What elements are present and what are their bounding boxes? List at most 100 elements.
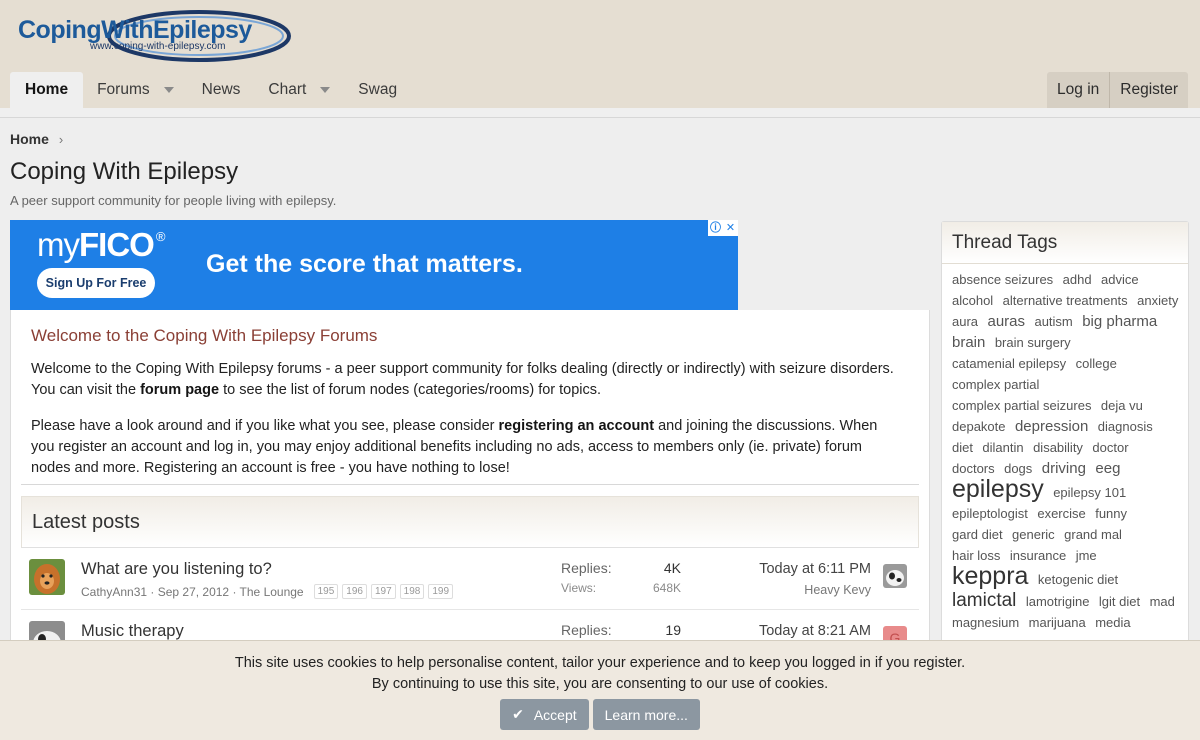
sidebar-title: Thread Tags <box>942 222 1188 264</box>
last-post-time[interactable]: Today at 8:21 AM <box>759 623 871 639</box>
nav-tab-chart[interactable]: Chart <box>254 72 344 108</box>
tag-link[interactable]: depakote <box>952 419 1006 434</box>
tag-link[interactable]: brain surgery <box>995 335 1071 350</box>
forum-page-link[interactable]: forum page <box>140 382 219 398</box>
tag-link[interactable]: epilepsy 101 <box>1053 485 1126 500</box>
tag-link[interactable]: auras <box>987 313 1025 330</box>
register-button[interactable]: Register <box>1110 72 1188 108</box>
page-title: Coping With Epilepsy <box>10 158 239 185</box>
tag-link[interactable]: advice <box>1101 272 1139 287</box>
tag-link[interactable]: disability <box>1033 440 1083 455</box>
ad-brand-pre: my <box>37 226 80 263</box>
tag-link[interactable]: keppra <box>952 562 1028 590</box>
tag-link[interactable]: catamenial epilepsy <box>952 356 1066 371</box>
tag-link[interactable]: college <box>1076 356 1117 371</box>
cookie-text: This site uses cookies to help personali… <box>0 653 1200 695</box>
thread-title[interactable]: What are you listening to? <box>81 560 272 579</box>
thread-title[interactable]: Music therapy <box>81 622 184 641</box>
nav-tab-news[interactable]: News <box>188 72 255 108</box>
replies-count: 4K <box>663 560 681 576</box>
tag-link[interactable]: autism <box>1034 314 1072 329</box>
tag-link[interactable]: media <box>1095 615 1130 630</box>
tag-link[interactable]: deja vu <box>1101 398 1143 413</box>
nav-tab-swag[interactable]: Swag <box>344 72 411 108</box>
tag-link[interactable]: insurance <box>1010 548 1066 563</box>
login-button[interactable]: Log in <box>1047 72 1109 108</box>
page-link[interactable]: 195 <box>313 584 339 599</box>
accept-button[interactable]: ✔ Accept <box>500 699 589 730</box>
tag-link[interactable]: complex partial <box>952 377 1039 392</box>
subnav-bar <box>0 108 1200 118</box>
avatar[interactable] <box>29 559 65 595</box>
site-header: CopingWithEpilepsy www.coping-with-epile… <box>0 0 1200 108</box>
page-link[interactable]: 199 <box>428 584 454 599</box>
avatar[interactable] <box>883 564 907 588</box>
nav-tab-label: Swag <box>358 81 398 98</box>
tag-link[interactable]: absence seizures <box>952 272 1053 287</box>
tag-link[interactable]: ketogenic diet <box>1038 572 1118 587</box>
welcome-paragraph: Please have a look around and if you lik… <box>31 416 901 479</box>
tag-link[interactable]: generic <box>1012 527 1055 542</box>
last-post-user[interactable]: Heavy Kevy <box>804 583 871 597</box>
tag-link[interactable]: eeg <box>1095 460 1120 477</box>
tag-link[interactable]: exercise <box>1037 506 1085 521</box>
page-link[interactable]: 197 <box>370 584 396 599</box>
page-description: A peer support community for people livi… <box>10 193 337 208</box>
ad-close-icon[interactable]: ✕ <box>723 220 738 236</box>
dog-avatar-icon <box>29 559 65 595</box>
welcome-text: Please have a look around and if you lik… <box>31 418 499 434</box>
tag-link[interactable]: gard diet <box>952 527 1003 542</box>
tag-link[interactable]: aura <box>952 314 978 329</box>
thread-meta-text[interactable]: CathyAnn31 · Sep 27, 2012 · The Lounge <box>81 585 304 599</box>
views-count: 648K <box>652 581 681 595</box>
tag-link[interactable]: complex partial seizures <box>952 398 1091 413</box>
page-link[interactable]: 196 <box>342 584 367 599</box>
site-logo[interactable]: CopingWithEpilepsy www.coping-with-epile… <box>14 8 294 64</box>
tag-link[interactable]: marijuana <box>1029 615 1086 630</box>
tag-link[interactable]: epilepsy <box>952 475 1044 503</box>
ad-banner[interactable]: myFICO ® Sign Up For Free Get the score t… <box>10 220 738 310</box>
nav-tab-forums[interactable]: Forums <box>83 72 188 108</box>
tag-link[interactable]: lamotrigine <box>1026 594 1090 609</box>
tag-link[interactable]: doctors <box>952 461 995 476</box>
tag-link[interactable]: alternative treatments <box>1003 293 1128 308</box>
check-icon: ✔ <box>512 706 524 722</box>
tag-link[interactable]: grand mal <box>1064 527 1122 542</box>
tag-link[interactable]: hair loss <box>952 548 1000 563</box>
tag-link[interactable]: depression <box>1015 418 1088 435</box>
tag-link[interactable]: diagnosis <box>1098 419 1153 434</box>
tag-link[interactable]: anxiety <box>1137 293 1178 308</box>
last-post-time[interactable]: Today at 6:11 PM <box>759 561 871 577</box>
ad-headline: Get the score that matters. <box>206 250 523 278</box>
tag-link[interactable]: lamictal <box>952 590 1016 611</box>
tag-link[interactable]: mad <box>1150 594 1175 609</box>
tag-link[interactable]: big pharma <box>1082 313 1157 330</box>
tag-link[interactable]: funny <box>1095 506 1127 521</box>
register-account-link[interactable]: registering an account <box>499 418 655 434</box>
chevron-right-icon: › <box>58 131 64 147</box>
tag-link[interactable]: doctor <box>1092 440 1128 455</box>
tag-link[interactable]: driving <box>1042 460 1086 477</box>
tag-link[interactable]: dilantin <box>982 440 1023 455</box>
nav-tab-home[interactable]: Home <box>10 72 84 108</box>
thread-row[interactable]: What are you listening to? CathyAnn31 · … <box>21 548 919 610</box>
page-link[interactable]: 198 <box>399 584 425 599</box>
chevron-down-icon[interactable] <box>320 87 331 93</box>
tag-link[interactable]: adhd <box>1063 272 1092 287</box>
tag-link[interactable]: lgit diet <box>1099 594 1140 609</box>
tag-link[interactable]: brain <box>952 334 985 351</box>
tag-link[interactable]: dogs <box>1004 461 1032 476</box>
learn-more-button[interactable]: Learn more... <box>592 699 700 730</box>
tag-link[interactable]: jme <box>1076 548 1097 563</box>
tag-link[interactable]: diet <box>952 440 973 455</box>
ad-signup-button[interactable]: Sign Up For Free <box>37 268 155 298</box>
tag-link[interactable]: epileptologist <box>952 506 1028 521</box>
tag-link[interactable]: alcohol <box>952 293 993 308</box>
logo-url: www.coping-with-epilepsy.com <box>90 41 226 52</box>
breadcrumb-home-link[interactable]: Home <box>10 131 49 147</box>
nav-tab-label: Home <box>25 81 69 98</box>
ad-info-icon[interactable]: ⓘ <box>708 220 723 236</box>
tag-link[interactable]: magnesium <box>952 615 1019 630</box>
breadcrumb: Home › <box>10 131 63 147</box>
chevron-down-icon[interactable] <box>163 87 174 93</box>
